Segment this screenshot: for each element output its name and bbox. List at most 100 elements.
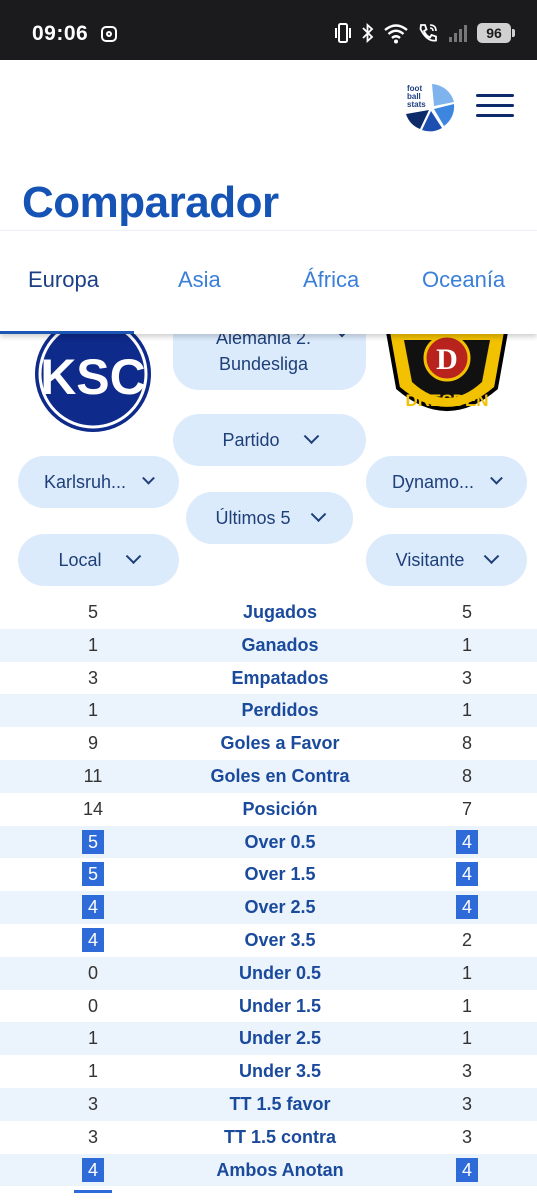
away-stat-number: 4 xyxy=(456,895,478,920)
away-stat-number: 7 xyxy=(461,798,472,819)
home-stat-value: 9 xyxy=(80,727,106,760)
away-stat-number: 1 xyxy=(461,995,472,1016)
home-stat-number: 1 xyxy=(87,634,98,655)
stat-label: TT 1.5 contra xyxy=(223,1126,337,1147)
away-stat-value: 1 xyxy=(454,957,480,990)
footballstats-logo[interactable]: foot ball stats xyxy=(404,82,456,134)
away-stat-number: 1 xyxy=(461,700,472,721)
home-stat-value: 4 xyxy=(80,1154,106,1187)
stat-label: Goles en Contra xyxy=(210,765,350,786)
away-stat-number: 3 xyxy=(461,667,472,688)
status-icons: 96 xyxy=(333,22,515,44)
home-stat-value: 11 xyxy=(80,760,106,793)
home-stat-number: 1 xyxy=(87,1061,98,1082)
chevron-down-icon xyxy=(484,547,500,564)
battery-icon: 96 xyxy=(477,23,515,43)
stats-row: 3 Empatados 3 xyxy=(0,662,537,695)
home-stat-value: 1 xyxy=(80,1055,106,1088)
away-stat-value: 4 xyxy=(454,891,480,924)
home-team-select[interactable]: Karlsruh... xyxy=(18,456,179,508)
stat-label: Posición xyxy=(242,798,318,819)
tab-asia[interactable]: Asia xyxy=(178,267,221,293)
away-stat-value: 2 xyxy=(454,924,480,957)
tab-oceania[interactable]: Oceanía xyxy=(422,267,505,293)
stats-row: 14 Posición 7 xyxy=(0,793,537,826)
stats-table: 5 Jugados 5 1 Ganados 1 3 Empatados 3 1 Perdidos 1 9… xyxy=(0,596,537,1187)
away-stat-number: 1 xyxy=(461,634,472,655)
stat-label: Perdidos xyxy=(241,700,319,721)
stat-label: Under 2.5 xyxy=(238,1028,322,1049)
stat-label: Over 1.5 xyxy=(244,864,316,885)
home-side-select-label: Local xyxy=(58,549,102,570)
home-stat-number: 3 xyxy=(87,1126,98,1147)
home-stat-number: 5 xyxy=(82,862,104,887)
home-stat-number: 4 xyxy=(82,895,104,920)
stat-label: Empatados xyxy=(231,667,329,688)
stat-label: Ambos Anotan xyxy=(216,1159,344,1180)
home-stat-value: 5 xyxy=(80,858,106,891)
away-stat-value: 1 xyxy=(454,1022,480,1055)
away-stat-value: 8 xyxy=(454,760,480,793)
stat-label: TT 1.5 favor xyxy=(229,1093,331,1114)
instagram-icon xyxy=(101,26,117,42)
away-stat-number: 5 xyxy=(461,602,472,622)
stats-row: 1 Under 3.5 3 xyxy=(0,1055,537,1088)
chevron-down-icon xyxy=(490,471,503,485)
away-side-select[interactable]: Visitante xyxy=(366,534,527,586)
stats-row: 5 Over 1.5 4 xyxy=(0,858,537,891)
mode-select-label: Partido xyxy=(222,429,280,450)
stats-row: 1 Perdidos 1 xyxy=(0,694,537,728)
stats-row: 1 Under 2.5 1 xyxy=(0,1022,537,1056)
home-stat-number: 3 xyxy=(87,1093,98,1114)
stat-label: Under 1.5 xyxy=(238,995,322,1016)
mode-select[interactable]: Partido xyxy=(173,414,366,466)
vibrate-icon xyxy=(335,23,351,43)
chevron-down-icon xyxy=(303,427,319,444)
chevron-down-icon xyxy=(142,471,155,485)
away-stat-number: 4 xyxy=(456,862,478,887)
wifi-call-icon xyxy=(419,24,437,42)
range-select[interactable]: Últimos 5 xyxy=(186,492,353,544)
stats-row: 4 Ambos Anotan 4 xyxy=(0,1153,537,1187)
away-stat-number: 4 xyxy=(456,1157,478,1182)
away-side-select-label: Visitante xyxy=(395,549,465,570)
home-stat-value: 1 xyxy=(80,1022,106,1055)
home-stat-value: 0 xyxy=(80,990,106,1023)
tab-europa[interactable]: Europa xyxy=(28,267,99,293)
away-stat-value: 5 xyxy=(454,596,480,629)
away-team-select[interactable]: Dynamo... xyxy=(366,456,527,508)
home-stat-number: 5 xyxy=(82,829,104,854)
home-stat-value: 3 xyxy=(80,1121,106,1154)
away-stat-number: 1 xyxy=(461,1028,472,1049)
home-stat-number: 4 xyxy=(82,927,104,952)
logo-text-3: stats xyxy=(407,100,426,109)
stats-row: 4 Over 3.5 2 xyxy=(0,924,537,957)
hamburger-menu-icon[interactable] xyxy=(476,94,514,124)
home-stat-value: 5 xyxy=(80,826,106,859)
signal-icon xyxy=(449,25,467,42)
stats-row: 3 TT 1.5 contra 3 xyxy=(0,1121,537,1154)
stat-label: Over 3.5 xyxy=(244,929,316,950)
away-stat-value: 3 xyxy=(454,662,480,695)
tab-africa[interactable]: África xyxy=(303,267,359,293)
away-stat-number: 1 xyxy=(461,962,472,983)
stat-label: Over 2.5 xyxy=(244,897,316,918)
home-stat-number: 0 xyxy=(87,995,98,1016)
home-stat-number: 1 xyxy=(87,700,98,721)
range-select-label: Últimos 5 xyxy=(215,507,291,528)
away-stat-number: 8 xyxy=(461,733,472,754)
home-side-select[interactable]: Local xyxy=(18,534,179,586)
home-stat-number: 3 xyxy=(87,667,98,688)
home-team-select-label: Karlsruh... xyxy=(43,471,127,492)
home-stat-value: 3 xyxy=(80,662,106,695)
away-stat-value: 7 xyxy=(454,793,480,826)
stats-row: 11 Goles en Contra 8 xyxy=(0,759,537,793)
away-crest-name: DRESDEN xyxy=(405,391,488,410)
away-stat-value: 4 xyxy=(454,858,480,891)
home-stat-value: 1 xyxy=(80,629,106,662)
away-stat-number: 3 xyxy=(461,1061,472,1082)
scroll-indicator xyxy=(74,1190,112,1193)
stats-row: 9 Goles a Favor 8 xyxy=(0,727,537,760)
stat-label: Under 0.5 xyxy=(238,962,322,983)
home-stat-value: 14 xyxy=(80,793,106,826)
